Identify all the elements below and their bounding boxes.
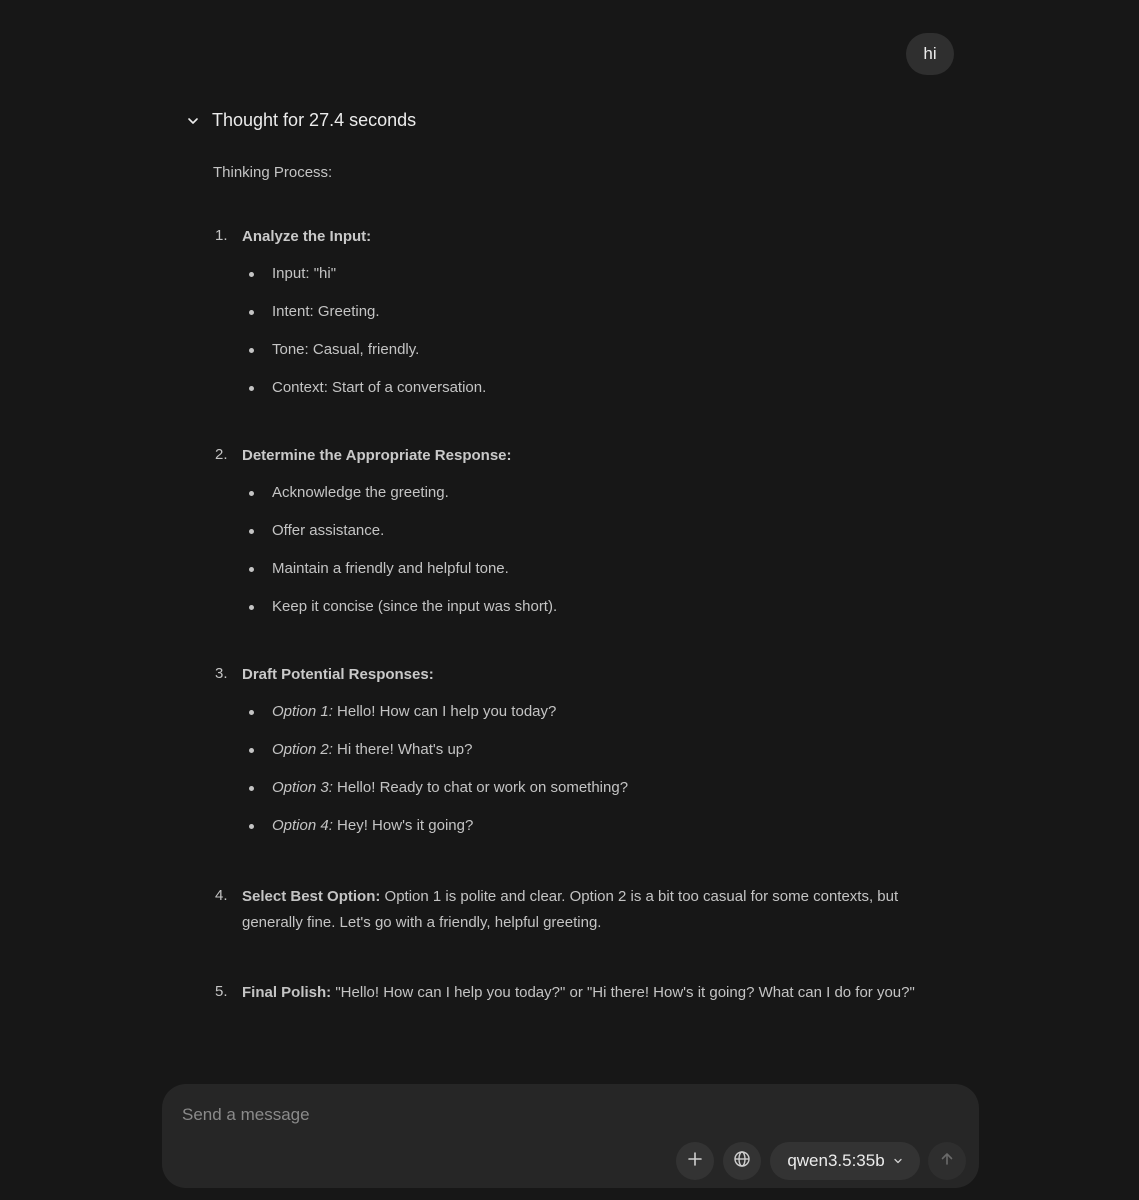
thinking-process-label: Thinking Process: (213, 164, 333, 181)
send-button[interactable] (928, 1142, 966, 1180)
option-text: Hello! How can I help you today? (337, 703, 557, 720)
option-label: Option 4: (272, 817, 333, 834)
option-item: Option 1: Hello! How can I help you toda… (242, 702, 953, 740)
user-message-text: hi (923, 44, 937, 63)
bullet-item: Context: Start of a conversation. (242, 378, 953, 416)
bullet-item: Keep it concise (since the input was sho… (242, 597, 953, 635)
chat-page: hi Thought for 27.4 seconds Thinking Pro… (0, 0, 1139, 1200)
option-text: Hi there! What's up? (337, 741, 473, 758)
thinking-step: 1. Analyze the Input: Input: "hi" Intent… (213, 227, 953, 416)
step-heading: Select Best Option: (242, 888, 381, 905)
step-heading: Final Polish: (242, 984, 332, 1001)
thought-toggle[interactable]: Thought for 27.4 seconds (186, 110, 416, 131)
step-heading: Determine the Appropriate Response: (242, 447, 512, 464)
step-heading: Analyze the Input: (242, 228, 372, 245)
option-text: Hey! How's it going? (337, 817, 474, 834)
web-search-button[interactable] (723, 1142, 761, 1180)
user-message-bubble: hi (906, 33, 954, 75)
thinking-step: 5. Final Polish: "Hello! How can I help … (213, 980, 953, 1006)
option-item: Option 4: Hey! How's it going? (242, 816, 953, 854)
step-text: "Hello! How can I help you today?" or "H… (335, 984, 915, 1001)
bullet-item: Tone: Casual, friendly. (242, 340, 953, 378)
bullet-item: Input: "hi" (242, 264, 953, 302)
step-heading: Draft Potential Responses: (242, 666, 434, 683)
chevron-down-icon (186, 114, 200, 128)
option-text: Hello! Ready to chat or work on somethin… (337, 779, 629, 796)
thinking-content: Thinking Process: 1. Analyze the Input: … (213, 163, 953, 1006)
model-selector[interactable]: qwen3.5:35b (770, 1142, 920, 1180)
step-number: 4. (215, 887, 228, 904)
step-bullets: Input: "hi" Intent: Greeting. Tone: Casu… (242, 264, 953, 416)
thinking-step: 2. Determine the Appropriate Response: A… (213, 446, 953, 635)
step-number: 3. (215, 665, 228, 682)
message-input[interactable] (182, 1102, 942, 1128)
model-name: qwen3.5:35b (787, 1151, 885, 1170)
bullet-item: Maintain a friendly and helpful tone. (242, 559, 953, 597)
step-bullets: Option 1: Hello! How can I help you toda… (242, 702, 953, 854)
option-label: Option 3: (272, 779, 333, 796)
thought-title: Thought for 27.4 seconds (212, 110, 417, 130)
step-number: 1. (215, 227, 228, 244)
chevron-down-icon (893, 1151, 903, 1171)
message-composer: qwen3.5:35b (162, 1084, 979, 1188)
option-label: Option 2: (272, 741, 333, 758)
thinking-step: 3. Draft Potential Responses: Option 1: … (213, 665, 953, 854)
step-number: 2. (215, 446, 228, 463)
option-item: Option 2: Hi there! What's up? (242, 740, 953, 778)
globe-icon (733, 1150, 751, 1173)
arrow-up-icon (939, 1151, 955, 1172)
thinking-step: 4. Select Best Option: Option 1 is polit… (213, 884, 953, 936)
option-label: Option 1: (272, 703, 333, 720)
step-bullets: Acknowledge the greeting. Offer assistan… (242, 483, 953, 635)
bullet-item: Offer assistance. (242, 521, 953, 559)
add-button[interactable] (676, 1142, 714, 1180)
plus-icon (687, 1151, 703, 1172)
bullet-item: Acknowledge the greeting. (242, 483, 953, 521)
bullet-item: Intent: Greeting. (242, 302, 953, 340)
step-number: 5. (215, 983, 228, 1000)
option-item: Option 3: Hello! Ready to chat or work o… (242, 778, 953, 816)
